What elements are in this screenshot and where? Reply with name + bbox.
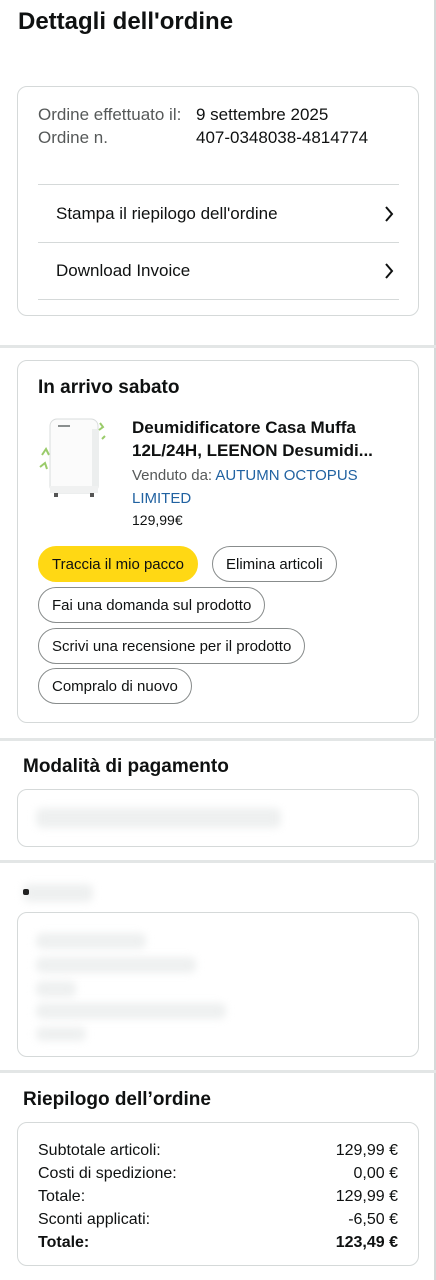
order-info-card: Ordine effettuato il: Ordine n. 9 settem…: [17, 86, 419, 316]
discounts-label: Sconti applicati:: [38, 1211, 151, 1228]
section-divider: [0, 1070, 436, 1073]
subtotal-label: Subtotale articoli:: [38, 1142, 161, 1159]
payment-method-card: [17, 789, 419, 847]
summary-title: Riepilogo dell’ordine: [23, 1089, 211, 1110]
redacted-address-line: [36, 981, 76, 997]
product-title-line-2: 12L/24H, LEENON Desumidi...: [132, 441, 373, 460]
track-package-button[interactable]: Traccia il mio pacco: [38, 546, 198, 582]
summary-row-discounts: Sconti applicati: -6,50 €: [38, 1208, 398, 1231]
product-image[interactable]: [36, 413, 116, 503]
shipment-card: In arrivo sabato Deumidificatore Casa Mu…: [17, 360, 419, 723]
redacted-address-line: [36, 1003, 226, 1019]
sold-by-label: Venduto da:: [132, 467, 213, 484]
grand-total-value: 123,49 €: [335, 1234, 398, 1251]
discounts-value: -6,50 €: [348, 1211, 398, 1228]
section-divider: [0, 860, 436, 863]
summary-row-total: Totale: 129,99 €: [38, 1185, 398, 1208]
chevron-right-icon: [379, 261, 399, 281]
chevron-right-icon: [379, 204, 399, 224]
summary-row-grand-total: Totale: 123,49 €: [38, 1231, 398, 1254]
order-placed-label: Ordine effettuato il:: [38, 105, 182, 124]
total-label: Totale:: [38, 1188, 86, 1205]
redacted-section-title: [23, 884, 93, 902]
order-info-values: 9 settembre 2025 407-0348038-4814774: [196, 103, 411, 149]
redacted-address-line: [36, 957, 196, 973]
product-title-line-1: Deumidificatore Casa Muffa: [132, 418, 356, 437]
page-title: Dettagli dell'ordine: [18, 8, 234, 35]
ask-question-button[interactable]: Fai una domanda sul prodotto: [38, 587, 266, 623]
product-title-link[interactable]: Deumidificatore Casa Muffa 12L/24H, LEEN…: [132, 416, 402, 462]
summary-row-shipping: Costi di spedizione: 0,00 €: [38, 1162, 398, 1185]
order-number: 407-0348038-4814774: [196, 128, 369, 147]
redacted-address-line: [36, 933, 146, 949]
product-price: 129,99€: [132, 512, 183, 528]
section-divider: [0, 738, 436, 741]
order-date: 9 settembre 2025: [196, 105, 329, 124]
shipping-value: 0,00 €: [353, 1165, 398, 1182]
subtotal-value: 129,99 €: [335, 1142, 398, 1159]
seller-info: Venduto da: AUTUMN OCTOPUS LIMITED: [132, 464, 392, 510]
download-invoice-link[interactable]: Download Invoice: [38, 242, 399, 300]
shipment-status: In arrivo sabato: [38, 377, 180, 398]
summary-row-subtotal: Subtotale articoli: 129,99 €: [38, 1139, 398, 1162]
order-info-labels: Ordine effettuato il: Ordine n.: [38, 103, 188, 149]
write-review-button[interactable]: Scrivi una recensione per il prodotto: [38, 628, 306, 664]
print-summary-label: Stampa il riepilogo dell'ordine: [56, 203, 278, 223]
download-invoice-label: Download Invoice: [56, 261, 191, 280]
redacted-address-line: [36, 1027, 86, 1041]
order-summary-card: Subtotale articoli: 129,99 € Costi di sp…: [17, 1122, 419, 1266]
buy-again-button[interactable]: Compralo di nuovo: [38, 668, 192, 704]
grand-total-label: Totale:: [38, 1234, 90, 1251]
total-value: 129,99 €: [335, 1188, 398, 1205]
redacted-marker: [23, 889, 29, 895]
shipping-address-card: [17, 912, 419, 1057]
order-number-label: Ordine n.: [38, 128, 108, 147]
section-divider: [0, 345, 436, 348]
print-summary-link[interactable]: Stampa il riepilogo dell'ordine: [38, 184, 399, 242]
delete-items-button[interactable]: Elimina articoli: [212, 546, 337, 582]
shipping-label: Costi di spedizione:: [38, 1165, 177, 1182]
redacted-payment-text: [36, 808, 281, 828]
payment-title: Modalità di pagamento: [23, 756, 229, 777]
